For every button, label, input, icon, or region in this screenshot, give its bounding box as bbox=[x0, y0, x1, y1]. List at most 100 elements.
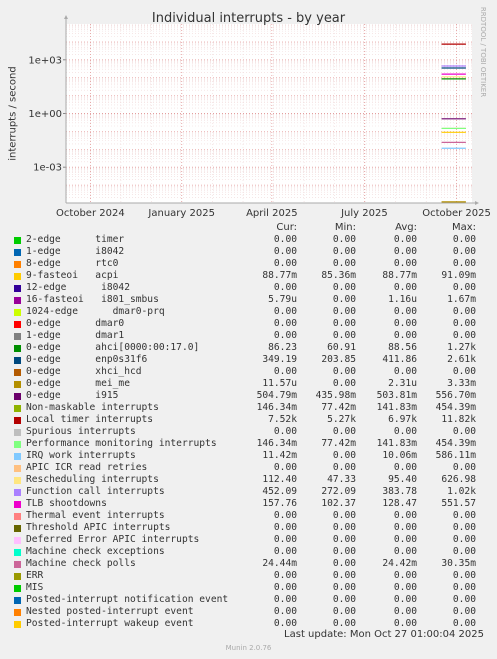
legend-value: 157.76 bbox=[262, 498, 297, 509]
legend-value: 0.00 bbox=[332, 318, 356, 329]
legend-value: 0.00 bbox=[452, 366, 476, 377]
legend-value: 454.39m bbox=[435, 402, 476, 413]
legend-value: 1.16u bbox=[388, 294, 417, 305]
legend-series-name: Machine check polls bbox=[26, 558, 136, 569]
legend-value: 349.19 bbox=[262, 354, 297, 365]
legend-value: 0.00 bbox=[393, 318, 417, 329]
legend-value: 10.06m bbox=[382, 450, 417, 461]
y-tick-label: 1e-03 bbox=[33, 163, 62, 174]
legend-value: 0.00 bbox=[393, 522, 417, 533]
legend-value: 0.00 bbox=[332, 306, 356, 317]
legend-value: 0.00 bbox=[273, 366, 297, 377]
rrdtool-credit: RRDTOOL / TOBI OETIKER bbox=[479, 6, 487, 98]
legend-value: 435.98m bbox=[315, 390, 356, 401]
legend-value: 0.00 bbox=[393, 606, 417, 617]
legend-swatch bbox=[14, 369, 21, 376]
legend-series-name: Rescheduling interrupts bbox=[26, 474, 159, 485]
legend-swatch bbox=[14, 429, 21, 436]
legend-value: 11.82k bbox=[441, 414, 476, 425]
legend-value: 0.00 bbox=[273, 594, 297, 605]
legend-value: 0.00 bbox=[452, 606, 476, 617]
legend-swatch bbox=[14, 501, 21, 508]
legend-value: 30.35m bbox=[441, 558, 476, 569]
legend-value: 0.00 bbox=[332, 522, 356, 533]
legend-value: 0.00 bbox=[273, 510, 297, 521]
legend-value: 556.70m bbox=[435, 390, 476, 401]
legend-swatch bbox=[14, 537, 21, 544]
legend-value: 2.31u bbox=[388, 378, 417, 389]
legend-value: 11.57u bbox=[262, 378, 297, 389]
legend-series-name: 12-edge i8042 bbox=[26, 282, 130, 293]
legend-series-name: Threshold APIC interrupts bbox=[26, 522, 171, 533]
legend-value: 0.00 bbox=[332, 606, 356, 617]
legend-value: 77.42m bbox=[321, 438, 356, 449]
legend-value: 0.00 bbox=[273, 606, 297, 617]
legend-series-name: Local timer interrupts bbox=[26, 414, 154, 425]
legend-series-name: 0-edge dmar0 bbox=[26, 318, 125, 329]
legend-series-name: 0-edge i915 bbox=[26, 390, 119, 401]
legend-value: 0.00 bbox=[393, 246, 417, 257]
legend-value: 0.00 bbox=[332, 558, 356, 569]
legend-swatch bbox=[14, 321, 21, 328]
legend-value: 0.00 bbox=[332, 234, 356, 245]
legend-value: 141.83m bbox=[376, 438, 417, 449]
legend-value: 47.33 bbox=[327, 474, 356, 485]
legend-swatch bbox=[14, 393, 21, 400]
legend-value: 88.56 bbox=[388, 342, 417, 353]
legend-value: 85.36m bbox=[321, 270, 356, 281]
legend-series-name: 2-edge timer bbox=[26, 234, 125, 245]
legend-swatch bbox=[14, 441, 21, 448]
legend-value: 0.00 bbox=[452, 582, 476, 593]
legend-value: 272.09 bbox=[321, 486, 356, 497]
legend-value: 0.00 bbox=[273, 522, 297, 533]
legend-value: 77.42m bbox=[321, 402, 356, 413]
legend-swatch bbox=[14, 297, 21, 304]
legend-value: 0.00 bbox=[332, 450, 356, 461]
legend-column-header: Avg: bbox=[395, 222, 417, 233]
legend-value: 0.00 bbox=[393, 594, 417, 605]
legend-value: 0.00 bbox=[332, 582, 356, 593]
legend-value: 0.00 bbox=[452, 330, 476, 341]
legend-swatch bbox=[14, 489, 21, 496]
legend-value: 0.00 bbox=[332, 462, 356, 473]
legend-value: 452.09 bbox=[262, 486, 297, 497]
legend-column-header: Max: bbox=[451, 222, 476, 233]
legend-swatch bbox=[14, 309, 21, 316]
legend-value: 0.00 bbox=[393, 234, 417, 245]
legend-swatch bbox=[14, 477, 21, 484]
legend-value: 11.42m bbox=[262, 450, 297, 461]
legend-value: 86.23 bbox=[268, 342, 297, 353]
legend-value: 0.00 bbox=[273, 258, 297, 269]
legend-value: 0.00 bbox=[332, 618, 356, 629]
legend-value: 0.00 bbox=[273, 246, 297, 257]
legend-value: 88.77m bbox=[382, 270, 417, 281]
legend-series-name: Function call interrupts bbox=[26, 486, 165, 497]
legend-value: 0.00 bbox=[452, 258, 476, 269]
legend-value: 504.79m bbox=[256, 390, 297, 401]
legend-value: 0.00 bbox=[452, 618, 476, 629]
legend-value: 0.00 bbox=[332, 510, 356, 521]
munin-version: Munin 2.0.76 bbox=[225, 644, 272, 652]
legend-series-name: TLB shootdowns bbox=[26, 498, 107, 509]
legend-value: 0.00 bbox=[452, 522, 476, 533]
legend-value: 7.52k bbox=[268, 414, 297, 425]
legend-value: 1.27k bbox=[447, 342, 476, 353]
legend-value: 2.61k bbox=[447, 354, 476, 365]
legend-value: 0.00 bbox=[393, 306, 417, 317]
legend-series-name: Non-maskable interrupts bbox=[26, 402, 159, 413]
legend-swatch bbox=[14, 513, 21, 520]
legend-series-name: 1024-edge dmar0-prq bbox=[26, 306, 165, 317]
legend-value: 102.37 bbox=[321, 498, 356, 509]
legend-series-name: Machine check exceptions bbox=[26, 546, 165, 557]
legend-value: 0.00 bbox=[393, 282, 417, 293]
legend-value: 0.00 bbox=[452, 426, 476, 437]
legend-value: 3.33m bbox=[447, 378, 476, 389]
legend-value: 203.85 bbox=[321, 354, 356, 365]
legend-value: 60.91 bbox=[327, 342, 356, 353]
legend-value: 0.00 bbox=[332, 426, 356, 437]
legend-value: 5.79u bbox=[268, 294, 297, 305]
legend-swatch bbox=[14, 417, 21, 424]
legend-column-header: Cur: bbox=[276, 222, 297, 233]
legend-value: 0.00 bbox=[393, 366, 417, 377]
legend-series-name: Posted-interrupt notification event bbox=[26, 594, 229, 605]
